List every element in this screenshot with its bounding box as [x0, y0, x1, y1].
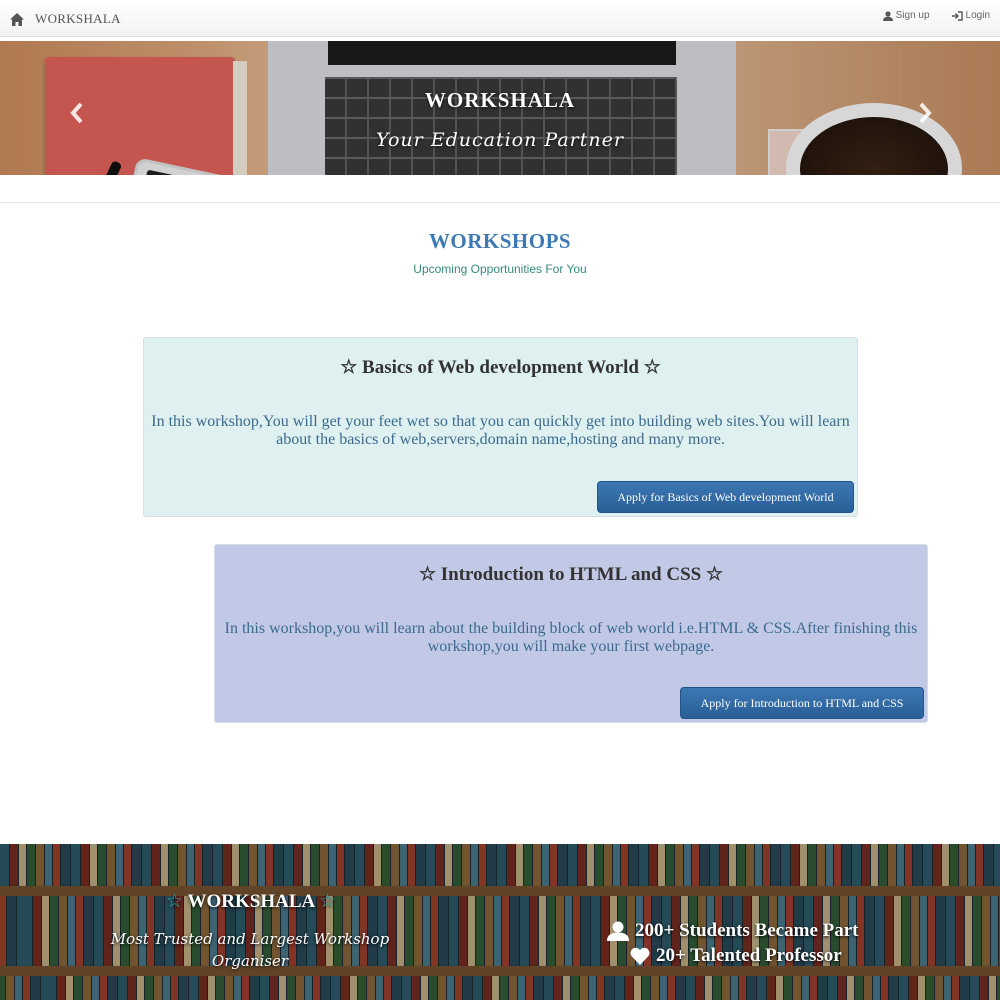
- footer-stat-professors: 20+ Talented Professor: [630, 945, 842, 967]
- user-icon: [882, 10, 893, 21]
- section-subtitle: Upcoming Opportunities For You: [413, 262, 587, 276]
- signup-link[interactable]: Sign up: [882, 10, 930, 21]
- footer: ☆ WORKSHALA ☆ Most Trusted and Largest W…: [0, 844, 1000, 1000]
- chevron-left-icon: [70, 102, 83, 124]
- star-icon: ☆: [166, 891, 184, 912]
- login-link[interactable]: Login: [951, 10, 990, 21]
- carousel-next-button[interactable]: [912, 101, 936, 125]
- apply-web-basics-button[interactable]: Apply for Basics of Web development Worl…: [597, 481, 854, 513]
- workshop-card: ☆ Introduction to HTML and CSS ☆ In this…: [214, 544, 928, 723]
- workshop-title: ☆ Basics of Web development World ☆: [340, 357, 661, 378]
- brand-name: WORKSHALA: [35, 11, 121, 26]
- login-icon: [951, 10, 963, 21]
- signup-label: Sign up: [895, 10, 930, 21]
- section-title: WORKSHOPS: [428, 229, 572, 253]
- navbar: WORKSHALA Sign up Login: [0, 0, 1000, 37]
- workshop-description: In this workshop,You will get your feet …: [151, 413, 850, 448]
- apply-html-css-button[interactable]: Apply for Introduction to HTML and CSS: [680, 687, 924, 719]
- footer-brand-name: WORKSHALA: [187, 891, 315, 912]
- footer-brand: ☆ WORKSHALA ☆: [166, 890, 336, 913]
- workshop-description: In this workshop,you will learn about th…: [224, 620, 918, 655]
- hero-carousel: WORKSHALA Your Education Partner: [0, 41, 1000, 175]
- footer-stat-students: 200+ Students Became Part: [607, 920, 859, 942]
- home-icon: [10, 12, 24, 26]
- footer-stat-text: 200+ Students Became Part: [635, 920, 859, 941]
- user-icon: [607, 921, 629, 941]
- star-icon: ☆: [318, 891, 336, 912]
- workshop-title: ☆ Introduction to HTML and CSS ☆: [418, 564, 723, 585]
- carousel-prev-button[interactable]: [66, 101, 90, 125]
- nav-actions: Sign up Login: [882, 10, 990, 21]
- footer-stat-text: 20+ Talented Professor: [656, 945, 842, 966]
- footer-tagline: Most Trusted and Largest Workshop Organi…: [110, 930, 390, 970]
- heart-icon: [630, 947, 650, 965]
- carousel-title: WORKSHALA: [424, 88, 576, 112]
- login-label: Login: [965, 10, 990, 21]
- chevron-right-icon: [919, 102, 932, 124]
- section-divider: [0, 202, 1000, 203]
- carousel-subtitle: Your Education Partner: [376, 129, 624, 151]
- workshop-card: ☆ Basics of Web development World ☆ In t…: [143, 337, 858, 517]
- brand-link[interactable]: WORKSHALA: [10, 9, 121, 29]
